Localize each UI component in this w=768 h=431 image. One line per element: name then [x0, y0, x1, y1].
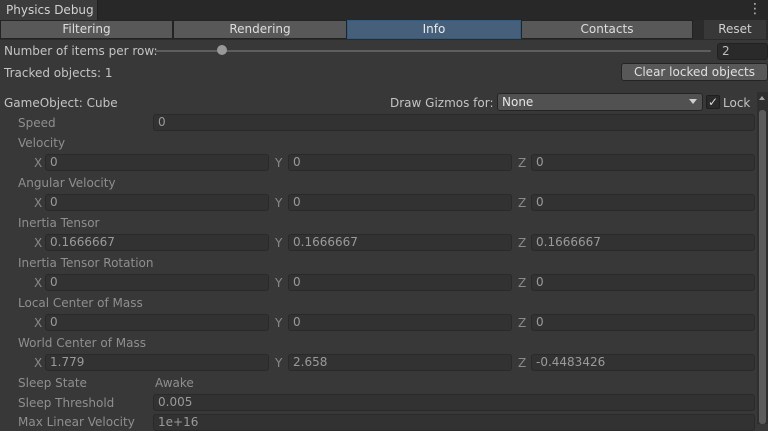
axis-y-label: Y [275, 196, 283, 210]
speed-label: Speed [18, 116, 56, 130]
tab-contacts[interactable]: Contacts [521, 20, 693, 39]
draw-gizmos-dropdown[interactable]: None [497, 93, 703, 111]
axis-y-label: Y [275, 236, 283, 250]
sleep-threshold-label: Sleep Threshold [18, 396, 115, 410]
world-center-of-mass-y-field[interactable]: 2.658 [288, 354, 512, 371]
axis-x-label: X [34, 356, 43, 370]
scroll-up-icon[interactable] [759, 96, 765, 100]
tracked-objects-label: Tracked objects: 1 [4, 66, 113, 80]
local-center-of-mass-z-field[interactable]: 0 [531, 314, 755, 331]
inertia-tensor-rotation-x-field[interactable]: 0 [45, 274, 269, 291]
world-center-of-mass-z-field[interactable]: -0.4483426 [531, 354, 755, 371]
axis-x-label: X [34, 236, 43, 250]
angular-velocity-x-field[interactable]: 0 [45, 194, 269, 211]
angular-velocity-z-field[interactable]: 0 [531, 194, 755, 211]
axis-z-label: Z [518, 316, 527, 330]
chevron-down-icon [689, 99, 697, 104]
axis-x-label: X [34, 196, 43, 210]
sleep-threshold-field[interactable]: 0.005 [153, 394, 755, 411]
reset-button[interactable]: Reset [704, 20, 766, 39]
gameobject-label: GameObject: Cube [4, 96, 118, 110]
axis-y-label: Y [275, 356, 283, 370]
velocity-x-field[interactable]: 0 [45, 154, 269, 171]
world-center-of-mass-x-field[interactable]: 1.779 [45, 354, 269, 371]
lock-checkbox[interactable]: ✓ [706, 95, 720, 109]
local-center-of-mass-y-field[interactable]: 0 [288, 314, 512, 331]
lock-label: Lock [723, 96, 751, 110]
tab-filtering[interactable]: Filtering [0, 20, 173, 39]
items-per-row-label: Number of items per row: [4, 44, 158, 58]
slider-knob[interactable] [216, 45, 227, 55]
angular-velocity-y-field[interactable]: 0 [288, 194, 512, 211]
local-center-of-mass-x-field[interactable]: 0 [45, 314, 269, 331]
items-per-row-slider[interactable] [155, 50, 711, 52]
inertia-tensor-y-field[interactable]: 0.1666667 [288, 234, 512, 251]
world-center-of-mass-label: World Center of Mass [18, 336, 146, 350]
axis-x-label: X [34, 276, 43, 290]
axis-z-label: Z [518, 356, 527, 370]
axis-z-label: Z [518, 196, 527, 210]
items-per-row-input[interactable]: 2 [717, 43, 768, 60]
scrollbar-thumb[interactable] [759, 110, 766, 424]
velocity-y-field[interactable]: 0 [288, 154, 512, 171]
local-center-of-mass-label: Local Center of Mass [18, 296, 143, 310]
inertia-tensor-label: Inertia Tensor [18, 216, 100, 230]
velocity-z-field[interactable]: 0 [531, 154, 755, 171]
more-vertical-icon[interactable]: ⋮ [748, 1, 762, 17]
vertical-scrollbar[interactable] [757, 92, 768, 424]
inertia-tensor-rotation-label: Inertia Tensor Rotation [18, 256, 154, 270]
axis-y-label: Y [275, 316, 283, 330]
inertia-tensor-z-field[interactable]: 0.1666667 [531, 234, 755, 251]
axis-x-label: X [34, 156, 43, 170]
axis-y-label: Y [275, 276, 283, 290]
speed-field[interactable]: 0 [153, 114, 755, 131]
axis-z-label: Z [518, 156, 527, 170]
max-linear-velocity-label: Max Linear Velocity [18, 415, 135, 429]
window-titlebar [0, 0, 768, 20]
axis-z-label: Z [518, 276, 527, 290]
draw-gizmos-value: None [502, 95, 534, 109]
window-title: Physics Debug [6, 3, 94, 17]
draw-gizmos-label: Draw Gizmos for: [390, 96, 494, 110]
axis-x-label: X [34, 316, 43, 330]
window-tab[interactable]: Physics Debug [0, 0, 98, 20]
sleep-state-value: Awake [155, 376, 194, 390]
inertia-tensor-rotation-z-field[interactable]: 0 [531, 274, 755, 291]
max-linear-velocity-field[interactable]: 1e+16 [153, 414, 755, 431]
sleep-state-label: Sleep State [18, 376, 87, 390]
tab-rendering[interactable]: Rendering [173, 20, 347, 39]
inertia-tensor-rotation-y-field[interactable]: 0 [288, 274, 512, 291]
tab-info[interactable]: Info [347, 20, 521, 39]
velocity-label: Velocity [18, 136, 66, 150]
angular-velocity-label: Angular Velocity [18, 176, 116, 190]
clear-locked-objects-button[interactable]: Clear locked objects [621, 63, 768, 81]
inertia-tensor-x-field[interactable]: 0.1666667 [45, 234, 269, 251]
axis-z-label: Z [518, 236, 527, 250]
axis-y-label: Y [275, 156, 283, 170]
